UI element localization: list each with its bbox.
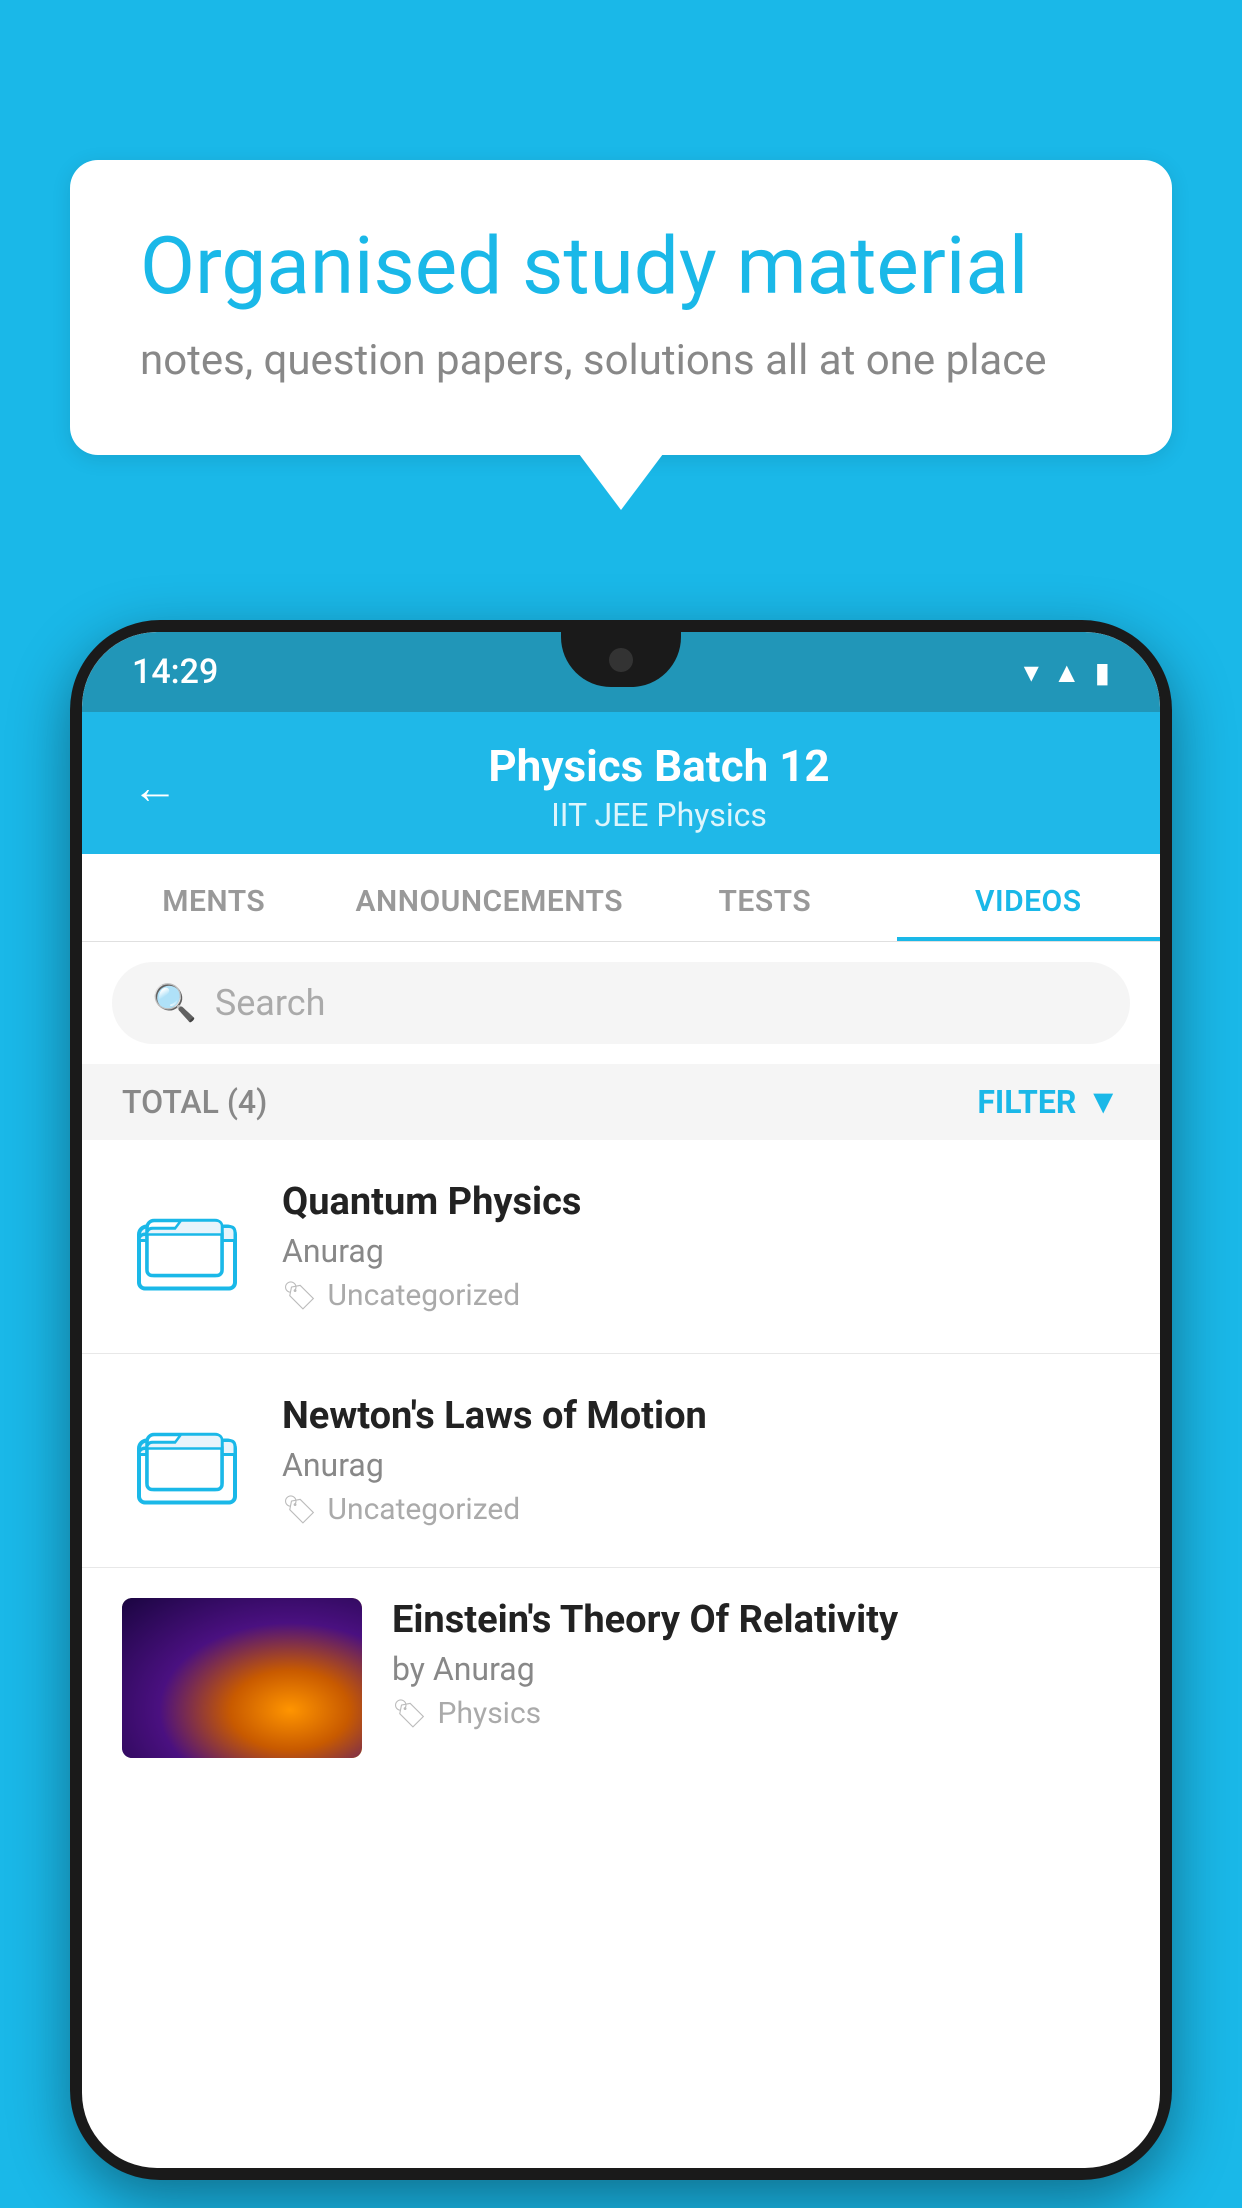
- folder-icon: [137, 1411, 237, 1511]
- tag-icon: 🏷: [282, 1279, 318, 1312]
- filter-label: FILTER: [977, 1083, 1076, 1121]
- list-item[interactable]: Newton's Laws of Motion Anurag 🏷 Uncateg…: [82, 1354, 1160, 1568]
- header-subtitle: IIT JEE Physics: [208, 796, 1110, 834]
- video-title: Newton's Laws of Motion: [282, 1394, 1120, 1438]
- speech-bubble-card: Organised study material notes, question…: [70, 160, 1172, 455]
- tag-label: Uncategorized: [328, 1278, 521, 1313]
- list-item[interactable]: Einstein's Theory Of Relativity by Anura…: [82, 1568, 1160, 1788]
- phone-outer-frame: 14:29 ▾ ▲ ▮ ← Physics Batch 12 IIT JEE P…: [70, 620, 1172, 2180]
- tag-icon: 🏷: [282, 1493, 318, 1526]
- search-bar[interactable]: 🔍 Search: [112, 962, 1130, 1044]
- tab-announcements[interactable]: ANNOUNCEMENTS: [345, 854, 633, 941]
- tag-label: Uncategorized: [328, 1492, 521, 1527]
- total-label: TOTAL (4): [122, 1083, 267, 1121]
- phone-screen: 14:29 ▾ ▲ ▮ ← Physics Batch 12 IIT JEE P…: [82, 632, 1160, 2168]
- battery-icon: ▮: [1095, 656, 1110, 689]
- video-author: Anurag: [282, 1446, 1120, 1484]
- camera-dot: [609, 648, 633, 672]
- folder-thumbnail: [122, 1182, 252, 1312]
- tab-ments[interactable]: MENTS: [82, 854, 345, 941]
- tab-tests[interactable]: TESTS: [633, 854, 896, 941]
- video-tag: 🏷 Physics: [392, 1696, 1120, 1731]
- tag-label: Physics: [438, 1696, 542, 1731]
- video-author: Anurag: [282, 1232, 1120, 1270]
- header-center: Physics Batch 12 IIT JEE Physics: [208, 740, 1110, 834]
- folder-thumbnail: [122, 1396, 252, 1526]
- tabs-bar: MENTS ANNOUNCEMENTS TESTS VIDEOS: [82, 854, 1160, 942]
- search-icon: 🔍: [152, 982, 197, 1024]
- bubble-title: Organised study material: [140, 220, 1102, 312]
- wifi-icon: ▾: [1024, 655, 1039, 690]
- app-header: ← Physics Batch 12 IIT JEE Physics: [82, 712, 1160, 854]
- video-title: Einstein's Theory Of Relativity: [392, 1598, 1120, 1642]
- video-info: Einstein's Theory Of Relativity by Anura…: [392, 1598, 1120, 1731]
- search-placeholder: Search: [215, 982, 326, 1024]
- header-title: Physics Batch 12: [208, 740, 1110, 792]
- status-bar: 14:29 ▾ ▲ ▮: [82, 632, 1160, 712]
- tag-icon: 🏷: [392, 1697, 428, 1730]
- video-info: Newton's Laws of Motion Anurag 🏷 Uncateg…: [282, 1394, 1120, 1527]
- filter-funnel-icon: ▼: [1086, 1082, 1120, 1122]
- back-button[interactable]: ←: [132, 760, 178, 815]
- phone-notch: [561, 632, 681, 687]
- video-tag: 🏷 Uncategorized: [282, 1492, 1120, 1527]
- status-icons: ▾ ▲ ▮: [1024, 655, 1110, 690]
- signal-icon: ▲: [1053, 656, 1081, 689]
- phone-device: 14:29 ▾ ▲ ▮ ← Physics Batch 12 IIT JEE P…: [70, 620, 1172, 2208]
- bubble-subtitle: notes, question papers, solutions all at…: [140, 336, 1102, 385]
- video-info: Quantum Physics Anurag 🏷 Uncategorized: [282, 1180, 1120, 1313]
- search-container: 🔍 Search: [82, 942, 1160, 1064]
- status-time: 14:29: [132, 652, 218, 692]
- video-list: Quantum Physics Anurag 🏷 Uncategorized: [82, 1140, 1160, 1788]
- folder-icon: [137, 1197, 237, 1297]
- video-author: by Anurag: [392, 1650, 1120, 1688]
- video-tag: 🏷 Uncategorized: [282, 1278, 1120, 1313]
- video-title: Quantum Physics: [282, 1180, 1120, 1224]
- tab-videos[interactable]: VIDEOS: [897, 854, 1160, 941]
- list-item[interactable]: Quantum Physics Anurag 🏷 Uncategorized: [82, 1140, 1160, 1354]
- filter-bar: TOTAL (4) FILTER ▼: [82, 1064, 1160, 1140]
- video-thumbnail: [122, 1598, 362, 1758]
- filter-button[interactable]: FILTER ▼: [977, 1082, 1120, 1122]
